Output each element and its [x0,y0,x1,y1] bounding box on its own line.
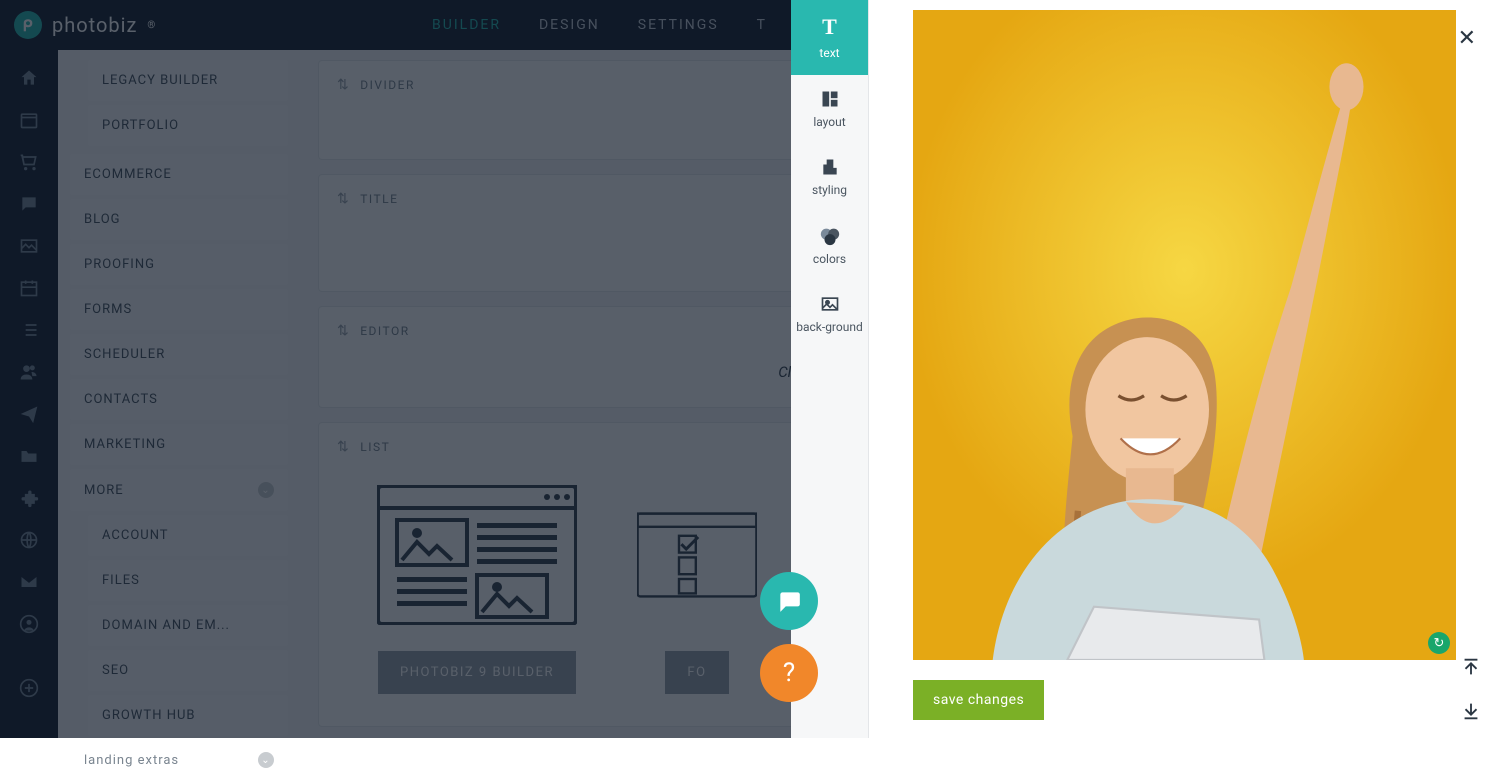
hero-image: ↻ [913,10,1456,660]
tab-label: styling [812,183,847,197]
browser-wireframe-icon [377,485,577,625]
scroll-bottom-icon[interactable] [1460,700,1482,722]
tree-legacy-builder[interactable]: LEGACY BUILDER [88,60,288,101]
drag-handle-icon[interactable]: ⇅ [337,191,350,207]
date-icon[interactable] [19,278,39,298]
card-button[interactable]: FO [665,651,728,694]
globe-icon[interactable] [19,530,39,550]
logo-mark-icon: ᑭ [14,11,42,39]
tree-portfolio[interactable]: PORTFOLIO [88,105,288,146]
tree-scheduler[interactable]: SCHEDULER [70,334,288,375]
tree-domain[interactable]: DOMAIN AND EM... [88,605,288,646]
nav-design[interactable]: DESIGN [539,17,600,33]
tab-label: colors [813,252,846,266]
users-icon[interactable] [19,362,39,382]
list-item[interactable]: FO [637,485,757,694]
block-label: DIVIDER [360,78,415,92]
layout-icon [820,89,840,109]
comment-icon[interactable] [19,194,39,214]
nav-builder[interactable]: BUILDER [432,17,501,33]
tree-ecommerce[interactable]: ECOMMERCE [70,154,288,195]
close-icon[interactable]: ✕ [1458,26,1476,51]
tree-account[interactable]: ACCOUNT [88,515,288,556]
calendar-icon[interactable] [19,110,39,130]
building-icon [820,157,840,177]
panel-scroll-controls [1460,656,1482,722]
drag-handle-icon[interactable]: ⇅ [337,439,350,455]
block-label: EDITOR [360,324,409,338]
browser-checklist-icon [637,485,757,625]
tab-colors[interactable]: colors [791,212,868,280]
image-icon[interactable] [19,236,39,256]
list-item[interactable]: PHOTOBIZ 9 BUILDER [377,485,577,694]
tab-layout[interactable]: layout [791,75,868,143]
tree-more-label: MORE [84,483,124,498]
list-icon[interactable] [19,320,39,340]
scroll-top-icon[interactable] [1460,656,1482,678]
drag-handle-icon[interactable]: ⇅ [337,323,350,339]
tree-files[interactable]: FILES [88,560,288,601]
floating-actions: ? [760,572,818,702]
tree-landing-extras[interactable]: landing extras ⌄ [70,740,288,776]
tree-footer-label: landing extras [84,753,179,768]
tab-label: back-ground [796,320,863,334]
tree-proofing[interactable]: PROOFING [70,244,288,285]
tab-background[interactable]: back-ground [791,280,868,348]
block-label: LIST [360,440,390,454]
tree-more[interactable]: MORE ⌄ [70,469,288,511]
background-icon [820,294,840,314]
drag-handle-icon[interactable]: ⇅ [337,77,350,93]
palette-icon [819,226,841,246]
chevron-down-icon: ⌄ [258,482,274,498]
tree-seo[interactable]: SEO [88,650,288,691]
cart-icon[interactable] [19,152,39,172]
send-icon[interactable] [19,404,39,424]
tree-forms[interactable]: FORMS [70,289,288,330]
refresh-badge-icon[interactable]: ↻ [1428,632,1450,654]
help-button[interactable]: ? [760,644,818,702]
top-nav: BUILDER DESIGN SETTINGS T [432,0,791,50]
brand-name: photobiz [52,13,137,37]
brand-logo[interactable]: ᑭ photobiz® [14,11,156,39]
user-circle-icon[interactable] [19,614,39,634]
tree-marketing[interactable]: MARKETING [70,424,288,465]
nav-more[interactable]: T [757,17,767,33]
mail-icon[interactable] [19,572,39,592]
icon-rail [0,0,58,738]
tree-growth[interactable]: GROWTH HUB [88,695,288,736]
home-icon[interactable] [19,68,39,88]
chat-button[interactable] [760,572,818,630]
tab-label: text [819,46,839,60]
tree-contacts[interactable]: CONTACTS [70,379,288,420]
panel-content: ✕ [869,0,1500,738]
page-tree: LEGACY BUILDER PORTFOLIO ECOMMERCE BLOG … [58,0,300,738]
card-button[interactable]: PHOTOBIZ 9 BUILDER [378,651,576,694]
tab-text[interactable]: T text [791,0,868,75]
chevron-down-icon: ⌄ [258,752,274,768]
tab-label: layout [813,115,845,129]
save-changes-button[interactable]: save changes [913,680,1044,720]
app-header: ᑭ photobiz® BUILDER DESIGN SETTINGS T [0,0,791,50]
add-icon[interactable] [19,678,39,698]
nav-settings[interactable]: SETTINGS [638,17,719,33]
text-icon: T [822,14,837,40]
block-label: TITLE [360,192,398,206]
tree-blog[interactable]: BLOG [70,199,288,240]
tab-styling[interactable]: styling [791,143,868,211]
folder-icon[interactable] [19,446,39,466]
puzzle-icon[interactable] [19,488,39,508]
editor-panel: T text layout styling colors back-ground… [791,0,1500,738]
